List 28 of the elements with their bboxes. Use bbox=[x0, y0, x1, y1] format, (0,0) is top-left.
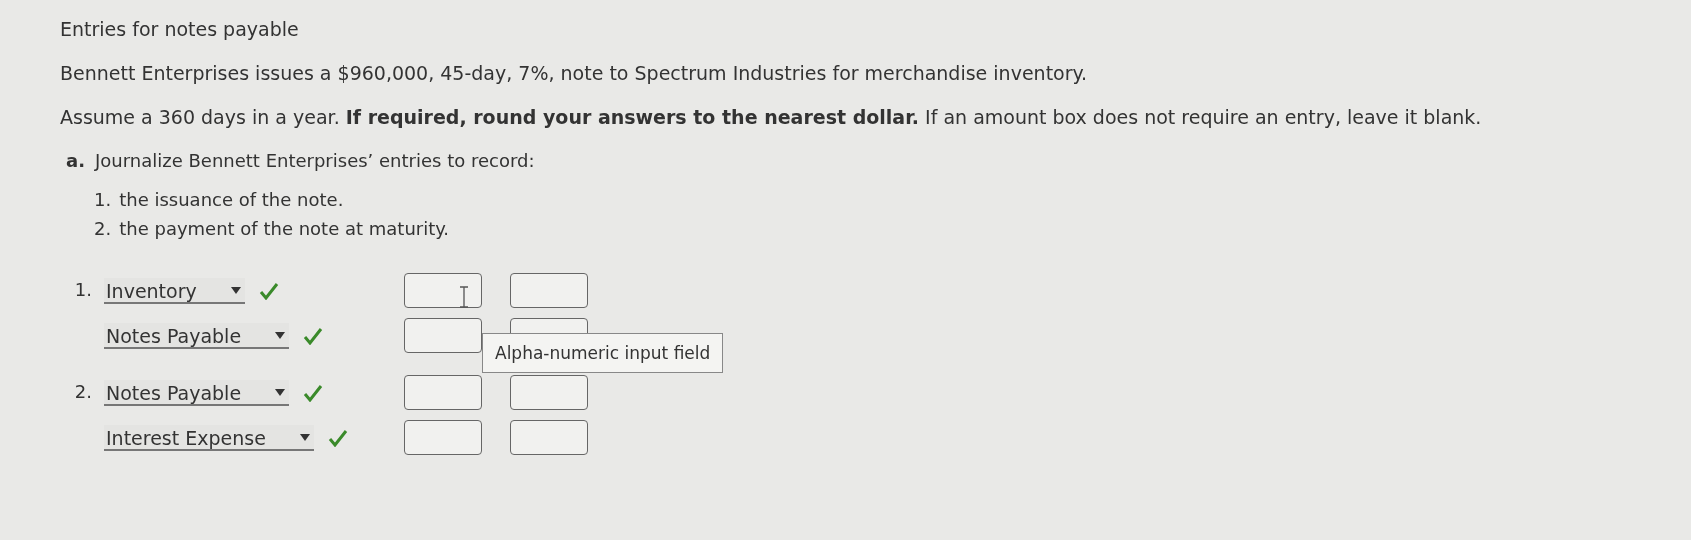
entry-number: 1. bbox=[73, 278, 92, 302]
caret-icon bbox=[275, 389, 286, 396]
account-dropdown[interactable]: Inventory bbox=[104, 277, 245, 304]
debit-input-field[interactable] bbox=[404, 420, 482, 455]
part-text: Journalize Bennett Enterprises’ entries to record: bbox=[95, 150, 535, 171]
credit-input-field[interactable] bbox=[510, 420, 588, 455]
account-dropdown[interactable]: Interest Expense bbox=[104, 424, 314, 451]
step-number: 1. bbox=[94, 189, 112, 210]
step-text: the payment of the note at maturity. bbox=[119, 218, 450, 239]
account-dropdown[interactable]: Notes Payable bbox=[104, 379, 290, 406]
exercise-title: Entries for notes payable bbox=[60, 18, 300, 40]
part-label: a. bbox=[66, 150, 85, 171]
problem-text: Bennett Enterprises issues a $960,000, 45-day, 7%, note to Spectrum Industries for merchandise inventory. bbox=[60, 62, 1089, 84]
debit-input-field[interactable] bbox=[404, 318, 482, 353]
step-number: 2. bbox=[94, 218, 112, 239]
instructions-text: Assume a 360 days in a year. If required, round your answers to the nearest dollar. If an amount box does not require an entry, leave it blank. bbox=[60, 106, 1483, 128]
entry-number: 2. bbox=[73, 380, 92, 404]
debit-input-field[interactable] bbox=[404, 273, 482, 308]
debit-input-field[interactable] bbox=[404, 375, 482, 410]
credit-input-field[interactable] bbox=[510, 273, 588, 308]
credit-input-field[interactable] bbox=[510, 375, 588, 410]
caret-icon bbox=[299, 434, 310, 441]
tooltip: Alpha-numeric input field bbox=[482, 333, 724, 373]
text-cursor-icon bbox=[459, 286, 469, 308]
account-dropdown[interactable]: Notes Payable bbox=[104, 322, 290, 349]
caret-icon bbox=[275, 332, 286, 339]
caret-icon bbox=[230, 287, 241, 294]
step-text: the issuance of the note. bbox=[119, 189, 344, 210]
